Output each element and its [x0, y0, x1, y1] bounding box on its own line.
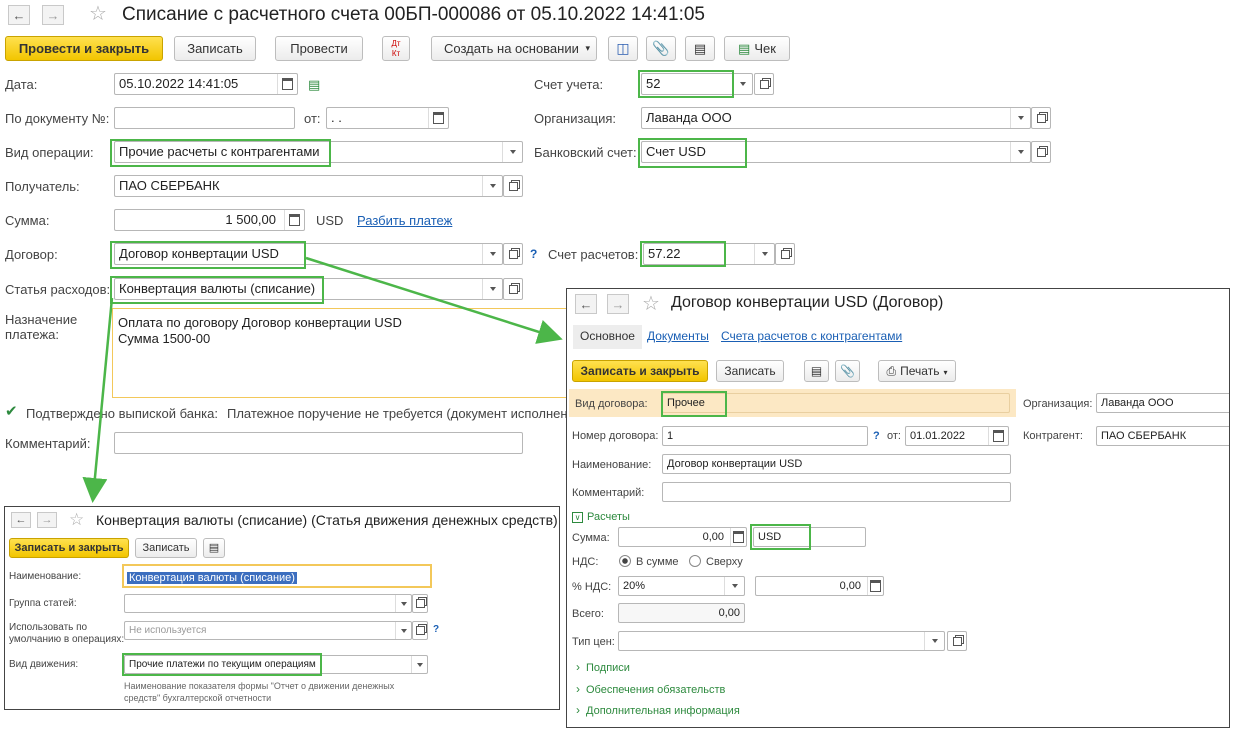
settlements-section-label: Расчеты	[587, 511, 630, 523]
favorite-star-icon[interactable]: ☆	[69, 510, 84, 530]
default-usage-label: Использовать по умолчанию в операциях:	[9, 622, 124, 646]
print-button[interactable]: ⎙ Печать ▾	[878, 360, 956, 382]
additional-info-section[interactable]: › Дополнительная информация	[576, 703, 740, 717]
default-usage-label-line-2: умолчанию в операциях:	[9, 634, 125, 645]
calculator-icon[interactable]	[730, 528, 746, 546]
vat-on-top-radio[interactable]	[689, 555, 701, 567]
default-usage-field[interactable]: Не используется	[124, 621, 412, 640]
movement-type-field[interactable]: Прочие платежи по текущим операциям	[124, 655, 428, 674]
contract-kind-field[interactable]: Прочее	[662, 393, 1010, 413]
back-button[interactable]: ←	[575, 294, 597, 314]
group-field[interactable]	[124, 594, 412, 613]
obligations-section-label: Обеспечения обязательств	[586, 684, 726, 696]
save-button[interactable]: Записать	[716, 360, 784, 382]
contract-currency-field[interactable]: USD	[753, 527, 866, 547]
contract-date-value: 01.01.2022	[910, 430, 966, 442]
list-icon[interactable]: ▤	[203, 538, 225, 558]
vat-in-sum-label: В сумме	[636, 556, 679, 568]
save-and-close-button[interactable]: Записать и закрыть	[9, 538, 129, 558]
contract-kind-label: Вид договора:	[575, 398, 648, 410]
contract-date-field[interactable]: 01.01.2022	[905, 426, 1009, 446]
vat-amount-value: 0,00	[839, 580, 861, 592]
vat-amount-field[interactable]: 0,00	[755, 576, 884, 596]
default-usage-value: Не используется	[129, 625, 207, 636]
chevron-down-icon: ∨	[572, 512, 583, 523]
contract-date-label: от:	[887, 430, 901, 442]
save-button[interactable]: Записать	[135, 538, 197, 558]
chevron-down-icon[interactable]	[395, 595, 411, 612]
signatures-section[interactable]: › Подписи	[576, 660, 630, 674]
signatures-section-label: Подписи	[586, 662, 630, 674]
forward-button[interactable]: →	[37, 512, 57, 528]
chevron-down-icon: ▾	[943, 368, 948, 377]
chevron-right-icon: ›	[576, 682, 580, 696]
name-field[interactable]: Конвертация валюты (списание)	[122, 564, 432, 588]
printer-icon: ⎙	[886, 364, 897, 378]
contract-comment-label: Комментарий:	[572, 487, 645, 499]
contract-name-field[interactable]: Договор конвертации USD	[662, 454, 1011, 474]
chevron-right-icon: ›	[576, 703, 580, 717]
settlements-section[interactable]: ∨ Расчеты	[572, 511, 630, 523]
contract-number-label: Номер договора:	[572, 430, 659, 442]
movement-type-label: Вид движения:	[9, 659, 79, 670]
vat-on-top-label: Сверху	[706, 556, 743, 568]
default-usage-label-line-1: Использовать по	[9, 622, 88, 633]
clear-icon[interactable]	[412, 621, 428, 640]
additional-info-section-label: Дополнительная информация	[586, 705, 740, 717]
vat-rate-label: % НДС:	[572, 581, 612, 593]
name-label: Наименование:	[9, 571, 82, 582]
tab-main[interactable]: Основное	[573, 325, 642, 349]
back-button[interactable]: ←	[11, 512, 31, 528]
save-and-close-button[interactable]: Записать и закрыть	[572, 360, 708, 382]
chevron-down-icon[interactable]	[724, 577, 744, 595]
obligations-section[interactable]: › Обеспечения обязательств	[576, 682, 725, 696]
contract-comment-field[interactable]	[662, 482, 1011, 502]
list-icon[interactable]: ▤	[804, 360, 829, 382]
counterparty-field[interactable]: ПАО СБЕРБАНК	[1096, 426, 1229, 446]
vat-in-sum-radio[interactable]	[619, 555, 631, 567]
movement-type-value: Прочие платежи по текущим операциям	[129, 659, 316, 670]
attachment-icon[interactable]: 📎	[835, 360, 860, 382]
name-value: Конвертация валюты (списание)	[127, 572, 297, 584]
price-type-field[interactable]	[618, 631, 945, 651]
calendar-icon[interactable]	[988, 427, 1008, 445]
total-label: Всего:	[572, 608, 604, 620]
counterparty-label: Контрагент:	[1023, 430, 1083, 442]
contract-window-title: Договор конвертации USD (Договор)	[671, 294, 944, 311]
print-label: Печать	[900, 364, 940, 378]
contract-sum-label: Сумма:	[572, 532, 610, 544]
contract-number-field[interactable]: 1	[662, 426, 868, 446]
calculator-icon[interactable]	[867, 577, 883, 595]
tab-documents[interactable]: Документы	[647, 329, 709, 343]
favorite-star-icon[interactable]: ☆	[642, 294, 660, 314]
vat-label: НДС:	[572, 556, 599, 568]
chevron-down-icon[interactable]	[395, 622, 411, 639]
group-label: Группа статей:	[9, 598, 77, 609]
contract-sum-value: 0,00	[702, 531, 724, 543]
open-icon[interactable]	[412, 594, 428, 613]
chevron-down-icon[interactable]	[924, 632, 944, 650]
contract-sum-field[interactable]: 0,00	[618, 527, 747, 547]
expense-item-window: ← → ☆ Конвертация валюты (списание) (Ста…	[4, 506, 560, 710]
org-field[interactable]: Лаванда ООО	[1096, 393, 1229, 413]
chevron-down-icon[interactable]	[411, 656, 427, 673]
vat-rate-field[interactable]: 20%	[618, 576, 745, 596]
movement-type-note: Наименование показателя формы "Отчет о д…	[124, 681, 395, 703]
tab-settlement-accounts[interactable]: Счета расчетов с контрагентами	[721, 329, 902, 343]
total-field: 0,00	[618, 603, 745, 623]
price-type-label: Тип цен:	[572, 636, 615, 648]
contract-window: ← → ☆ Договор конвертации USD (Договор) …	[566, 288, 1230, 728]
arrow-to-contract	[305, 256, 563, 344]
expense-window-title: Конвертация валюты (списание) (Статья дв…	[96, 512, 558, 528]
open-icon[interactable]	[947, 631, 967, 651]
chevron-right-icon: ›	[576, 660, 580, 674]
vat-rate-value: 20%	[623, 580, 646, 592]
contract-name-label: Наименование:	[572, 459, 652, 471]
default-usage-help-icon[interactable]: ?	[433, 624, 439, 635]
number-help-icon[interactable]: ?	[873, 430, 880, 442]
arrow-to-expense-item	[82, 297, 114, 503]
org-label: Организация:	[1023, 398, 1093, 410]
forward-button[interactable]: →	[607, 294, 629, 314]
